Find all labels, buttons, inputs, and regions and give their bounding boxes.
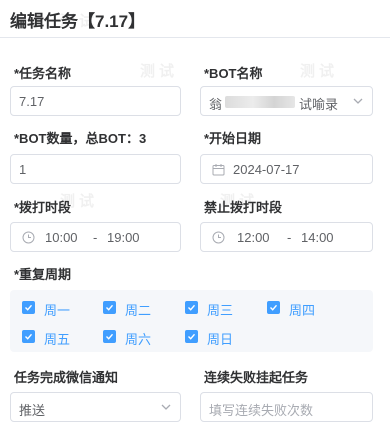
checkbox-checked-icon <box>22 301 35 314</box>
wechat-notify-select[interactable]: 推送 <box>10 392 181 422</box>
weekday-label: 周日 <box>207 332 234 347</box>
dial-period-range[interactable]: 10:00 - 19:00 <box>10 222 181 252</box>
task-name-input[interactable]: 7.17 <box>10 86 181 116</box>
weekday-label: 周六 <box>125 332 152 347</box>
weekday-group: 周一 周二 周三 周四 周五 周六 周日 <box>10 290 373 352</box>
forbid-start-time[interactable]: 12:00 <box>237 230 270 245</box>
task-name-value: 7.17 <box>19 94 45 109</box>
dialog-title: 编辑任务【7.17】 <box>10 12 146 31</box>
dial-period-label: *拨打时段 <box>14 200 72 215</box>
checkbox-checked-icon <box>185 330 198 343</box>
start-date-value: 2024-07-17 <box>233 162 300 177</box>
wechat-notify-value: 推送 <box>19 403 46 418</box>
weekday-label: 周一 <box>44 303 71 318</box>
watermark: 测试 <box>140 63 179 80</box>
bot-name-label: *BOT名称 <box>204 66 263 81</box>
repeat-label: *重复周期 <box>14 267 72 282</box>
auto-suspend-input[interactable]: 填写连续失败次数 <box>200 392 373 422</box>
chevron-down-icon <box>353 98 363 104</box>
forbid-period-label: 禁止拨打时段 <box>204 200 283 215</box>
weekday-label: 周三 <box>207 303 234 318</box>
start-date-label: *开始日期 <box>204 131 262 146</box>
task-name-label: *任务名称 <box>14 66 72 81</box>
bot-count-label: *BOT数量，总BOT：3 <box>14 131 147 146</box>
bot-count-value: 1 <box>19 162 27 177</box>
checkbox-checked-icon <box>22 330 35 343</box>
watermark: 测试 <box>300 63 339 80</box>
bot-name-prefix: 翁 <box>209 97 223 112</box>
weekday-label: 周四 <box>289 303 316 318</box>
redacted-bot-name <box>225 96 295 108</box>
bot-name-select[interactable]: 翁 试喻录 <box>200 86 373 116</box>
auto-suspend-label: 连续失败挂起任务 <box>204 370 309 385</box>
weekday-label: 周五 <box>44 332 71 347</box>
start-date-picker[interactable]: 2024-07-17 <box>200 154 373 184</box>
clock-icon <box>22 231 35 244</box>
bot-name-suffix: 试喻录 <box>299 97 339 112</box>
checkbox-checked-icon <box>103 301 116 314</box>
checkbox-checked-icon <box>103 330 116 343</box>
calendar-icon <box>212 164 225 176</box>
range-separator: - <box>287 230 292 245</box>
dial-end-time[interactable]: 19:00 <box>107 230 140 245</box>
range-separator: - <box>93 230 98 245</box>
forbid-end-time[interactable]: 14:00 <box>301 230 334 245</box>
weekday-label: 周二 <box>125 303 152 318</box>
header-divider <box>0 37 390 38</box>
checkbox-checked-icon <box>185 301 198 314</box>
wechat-notify-label: 任务完成微信通知 <box>14 370 119 385</box>
auto-suspend-placeholder: 填写连续失败次数 <box>209 403 314 418</box>
dial-start-time[interactable]: 10:00 <box>45 230 78 245</box>
bot-count-input[interactable]: 1 <box>10 154 181 184</box>
checkbox-checked-icon <box>267 301 280 314</box>
forbid-period-range[interactable]: 12:00 - 14:00 <box>200 222 373 252</box>
clock-icon <box>212 231 225 244</box>
chevron-down-icon <box>161 404 171 410</box>
